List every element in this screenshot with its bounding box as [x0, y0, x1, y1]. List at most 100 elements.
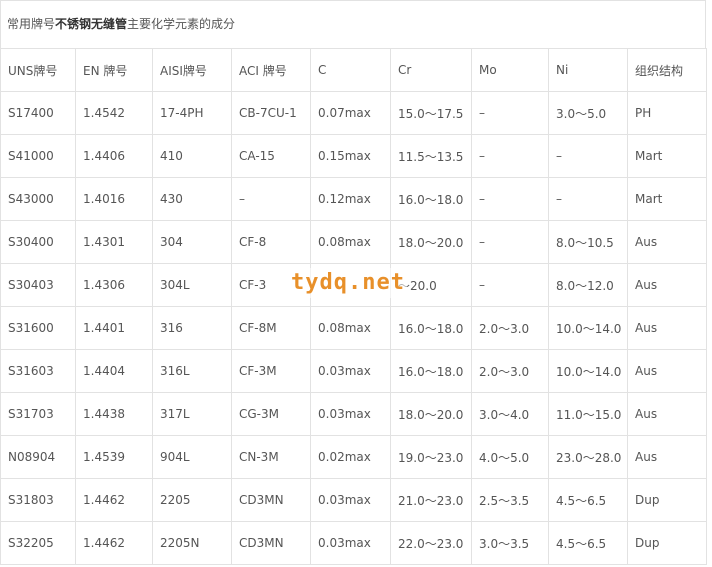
table-cell: 15.0～17.5: [390, 91, 472, 135]
table-cell: 17-4PH: [152, 91, 232, 135]
table-cell: –: [471, 177, 549, 221]
table-cell: 4.5～6.5: [548, 521, 628, 565]
column-header: AISI牌号: [152, 48, 232, 92]
table-cell: 3.0～4.0: [471, 392, 549, 436]
table-row: S31703 1.4438 317L CG-3M 0.03max 18.0～20.0 3.0…: [0, 392, 707, 436]
table-cell: 0.07max: [310, 91, 391, 135]
table-cell: Aus: [627, 435, 707, 479]
table-cell: 2.0～3.0: [471, 306, 549, 350]
table-cell: S32205: [0, 521, 76, 565]
table-cell: 1.4406: [75, 134, 153, 178]
table-cell: 8.0～12.0: [548, 263, 628, 307]
table-cell: CF-8M: [231, 306, 311, 350]
table-cell: Dup: [627, 478, 707, 522]
table-cell: 22.0～23.0: [390, 521, 472, 565]
table-cell: Mart: [627, 177, 707, 221]
table-cell: 316: [152, 306, 232, 350]
table-cell: 1.4016: [75, 177, 153, 221]
table-row: S31803 1.4462 2205 CD3MN 0.03max 21.0～23.0 2.5…: [0, 478, 707, 522]
table-cell: 2205N: [152, 521, 232, 565]
table-cell: 3.0～5.0: [548, 91, 628, 135]
table-cell: 21.0～23.0: [390, 478, 472, 522]
table-cell: Mart: [627, 134, 707, 178]
table-cell: 2205: [152, 478, 232, 522]
column-header: ACI 牌号: [231, 48, 311, 92]
table-cell: S17400: [0, 91, 76, 135]
table-cell: 1.4542: [75, 91, 153, 135]
table-cell: –: [471, 134, 549, 178]
table-cell: –: [548, 177, 628, 221]
caption-prefix: 常用牌号: [7, 17, 56, 31]
table-cell: 410: [152, 134, 232, 178]
column-header: 组织结构: [627, 48, 707, 92]
column-header: Cr: [390, 48, 472, 92]
column-header: Mo: [471, 48, 549, 92]
table-row: S43000 1.4016 430–0.12max 16.0～18.0– – Mart: [0, 177, 707, 221]
table-cell: S31703: [0, 392, 76, 436]
table-cell: S31603: [0, 349, 76, 393]
table-caption: 常用牌号不锈钢无缝管主要化学元素的成分: [0, 0, 706, 48]
table-cell: 0.03max: [310, 392, 391, 436]
table-cell: 430: [152, 177, 232, 221]
table-cell: 1.4462: [75, 478, 153, 522]
table-cell: 10.0～14.0: [548, 349, 628, 393]
table-row: S31600 1.4401 316 CF-8M 0.08max 16.0～18.0 2.0～…: [0, 306, 707, 350]
table-cell: CF-8: [231, 220, 311, 264]
table-cell: S43000: [0, 177, 76, 221]
table-cell: –: [548, 134, 628, 178]
table-cell: 16.0～18.0: [390, 349, 472, 393]
table-row: S41000 1.4406 410 CA-15 0.15max 11.5～13.5– – Ma…: [0, 134, 707, 178]
table-cell: 18.0～20.0: [390, 220, 472, 264]
table-cell: 4.5～6.5: [548, 478, 628, 522]
table-cell: 317L: [152, 392, 232, 436]
table-cell: PH: [627, 91, 707, 135]
caption-suffix: 主要化学元素的成分: [127, 17, 236, 31]
table-cell: S31803: [0, 478, 76, 522]
table-cell: CN-3M: [231, 435, 311, 479]
table-row: N08904 1.4539 904L CN-3M 0.02max 19.0～23.0 4.0…: [0, 435, 707, 479]
table-cell: 8.0～10.5: [548, 220, 628, 264]
table-cell: Dup: [627, 521, 707, 565]
table-cell: 1.4438: [75, 392, 153, 436]
table-cell: 0.08max: [310, 220, 391, 264]
table-cell: 304L: [152, 263, 232, 307]
table-cell: 19.0～23.0: [390, 435, 472, 479]
table-cell: 316L: [152, 349, 232, 393]
table-cell: 304: [152, 220, 232, 264]
table-cell: 2.5～3.5: [471, 478, 549, 522]
table-cell: Aus: [627, 392, 707, 436]
table-cell: 16.0～18.0: [390, 306, 472, 350]
table-cell: 11.5～13.5: [390, 134, 472, 178]
table-row: S17400 1.4542 17-4PH CB-7CU-1 0.07max 15.0～17…: [0, 91, 707, 135]
column-header: C: [310, 48, 391, 92]
table-cell: –: [471, 220, 549, 264]
table-cell: CB-7CU-1: [231, 91, 311, 135]
table-cell: 11.0～15.0: [548, 392, 628, 436]
table-cell: 2.0～3.0: [471, 349, 549, 393]
table-cell: Aus: [627, 306, 707, 350]
table-cell: 904L: [152, 435, 232, 479]
table-cell: Aus: [627, 263, 707, 307]
table-cell: 3.0～3.5: [471, 521, 549, 565]
table-cell: 1.4539: [75, 435, 153, 479]
table-cell: 1.4301: [75, 220, 153, 264]
table-cell: 1.4404: [75, 349, 153, 393]
column-header: UNS牌号: [0, 48, 76, 92]
table-cell: 23.0～28.0: [548, 435, 628, 479]
table-row: S31603 1.4404 316L CF-3M 0.03max 16.0～18.0 2.0…: [0, 349, 707, 393]
table-cell: 18.0～20.0: [390, 392, 472, 436]
table-cell: 4.0～5.0: [471, 435, 549, 479]
table-cell: 0.12max: [310, 177, 391, 221]
table-cell: S31600: [0, 306, 76, 350]
table-cell: CD3MN: [231, 478, 311, 522]
header-row: UNS牌号 EN 牌号 AISI牌号 ACI 牌号 C Cr Mo Ni 组织结构: [0, 48, 707, 92]
table-cell: CA-15: [231, 134, 311, 178]
table-cell: 10.0～14.0: [548, 306, 628, 350]
table-cell: –: [231, 177, 311, 221]
caption-emphasis: 不锈钢无缝管: [55, 17, 128, 31]
table-cell: S41000: [0, 134, 76, 178]
table-row: S32205 1.4462 2205N CD3MN 0.03max 22.0～23.0 3.…: [0, 521, 707, 565]
table-cell: CG-3M: [231, 392, 311, 436]
table-cell: –: [471, 91, 549, 135]
table-cell: S30400: [0, 220, 76, 264]
